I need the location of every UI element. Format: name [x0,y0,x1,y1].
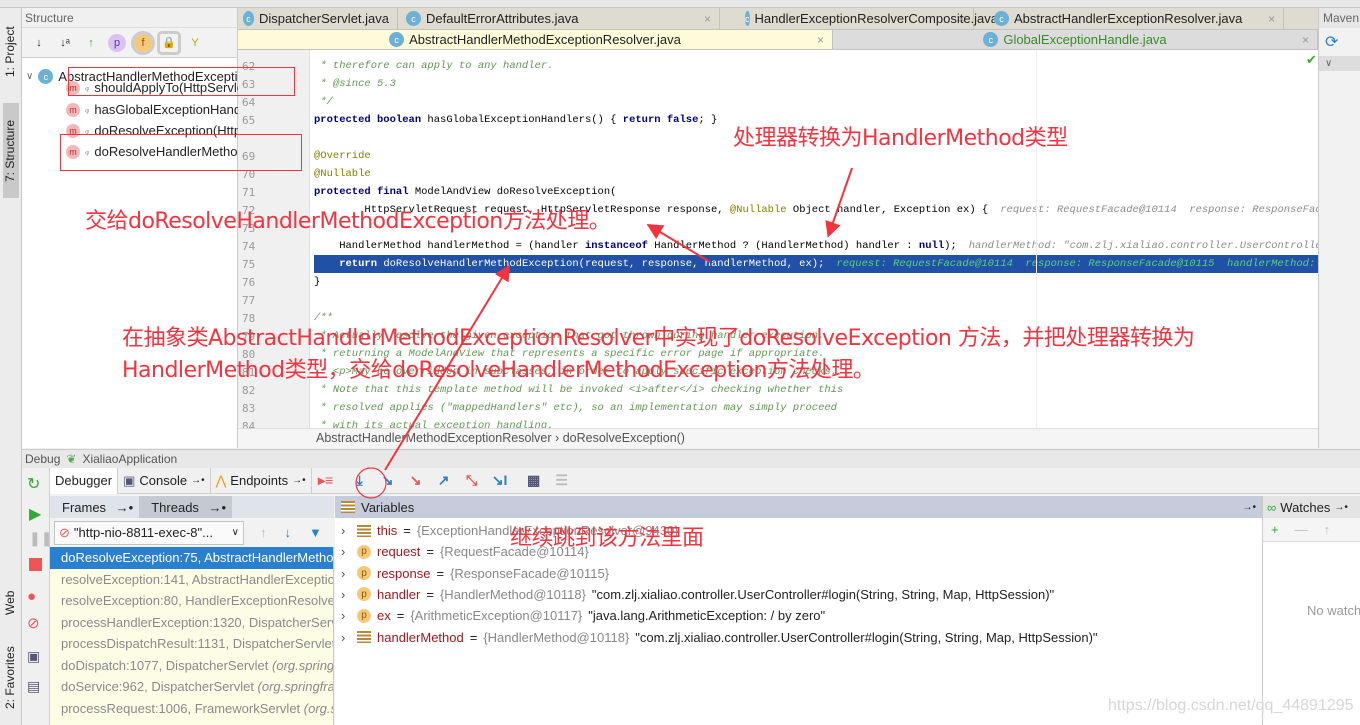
step-into-circle [355,467,387,499]
arrow-to-line-75 [384,264,511,471]
arrow-to-cast [825,167,853,238]
annotation-arrows [355,167,853,499]
arrow-to-handoff-text [646,223,711,263]
